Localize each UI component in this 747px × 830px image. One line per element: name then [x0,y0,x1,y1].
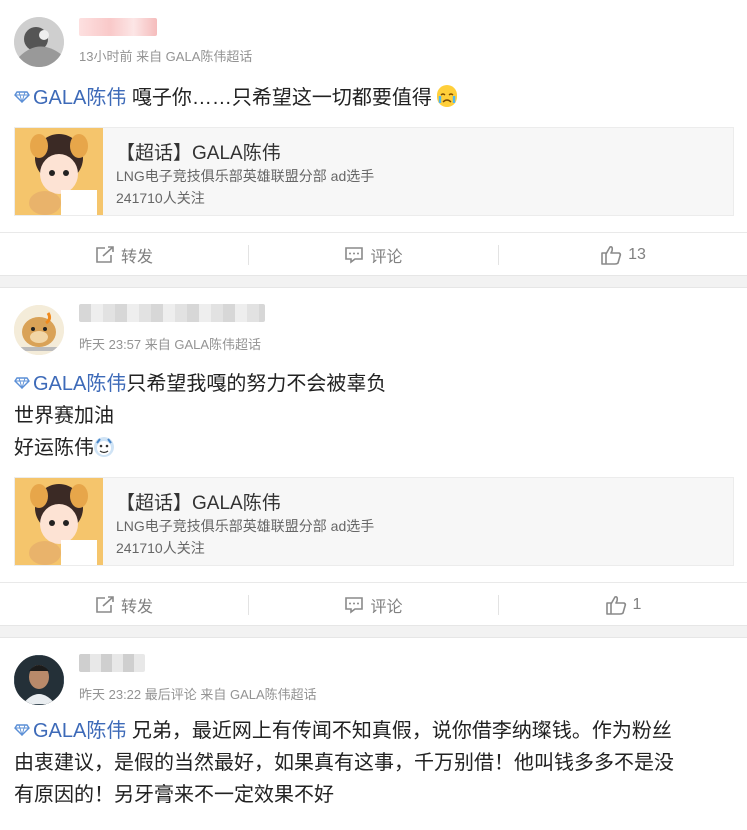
thumbs-up-icon [605,596,626,615]
card-title: 【超话】GALA陈伟 [116,493,281,514]
supertopic-card[interactable]: 【超话】GALA陈伟 LNG电子竞技俱乐部英雄联盟分部 ad选手 241710人… [14,127,734,216]
avatar[interactable] [14,305,64,355]
card-followers: 241710人关注 [116,190,205,206]
diamond-icon [14,724,30,736]
crying-emoji-icon [437,85,458,107]
like-button[interactable]: 1 [499,583,747,627]
diamond-icon [14,91,30,103]
comment-button[interactable]: 评论 [249,233,498,277]
post-text: 世界赛加油 [14,405,114,427]
post-meta: 13小时前 来自 GALA陈伟超话 [79,49,253,64]
post-text: 好运陈伟 [14,437,94,459]
supertopic-card[interactable]: 【超话】GALA陈伟 LNG电子竞技俱乐部英雄联盟分部 ad选手 241710人… [14,477,734,566]
card-followers: 241710人关注 [116,540,205,556]
username-blurred[interactable] [79,654,145,672]
post-text: 由衷建议，是假的当然最好，如果真有这事，千万别借！他叫钱多多不是没 [14,752,674,774]
avatar[interactable] [14,655,64,705]
supertopic-link[interactable]: GALA陈伟 [14,720,126,742]
post-meta: 昨天 23:22 最后评论 来自 GALA陈伟超话 [79,687,317,702]
repost-icon [96,246,114,263]
comment-icon [345,597,364,614]
post-2: 昨天 23:57 来自 GALA陈伟超话 GALA陈伟只希望我嘎的努力不会被辜负… [0,288,747,625]
card-description: LNG电子竞技俱乐部英雄联盟分部 ad选手 [116,168,375,184]
repost-icon [96,596,114,613]
card-description: LNG电子竞技俱乐部英雄联盟分部 ad选手 [116,518,375,534]
username-blurred[interactable] [79,18,157,36]
post-text: 有原因的！另牙膏来不一定效果不好 [14,784,334,806]
supertopic-link[interactable]: GALA陈伟 [14,87,126,109]
like-button[interactable]: 13 [499,233,747,277]
post-content: GALA陈伟 嘎子你……只希望这一切都要值得 [14,82,733,114]
post-content: GALA陈伟 兄弟，最近网上有传闻不知真假，说你借李纳璨钱。作为粉丝 由衷建议，… [14,715,733,811]
card-title: 【超话】GALA陈伟 [116,143,281,164]
post-3: 昨天 23:22 最后评论 来自 GALA陈伟超话 GALA陈伟 兄弟，最近网上… [0,638,747,830]
post-content: GALA陈伟只希望我嘎的努力不会被辜负 世界赛加油 好运陈伟 [14,368,733,464]
action-bar: 转发 评论 13 [0,232,747,277]
post-1: 13小时前 来自 GALA陈伟超话 GALA陈伟 嘎子你……只希望这一切都要值得… [0,0,747,275]
post-meta: 昨天 23:57 来自 GALA陈伟超话 [79,337,262,352]
post-text: 兄弟，最近网上有传闻不知真假，说你借李纳璨钱。作为粉丝 [126,720,672,742]
repost-button[interactable]: 转发 [0,233,248,277]
doge-emoji-icon [94,435,114,457]
repost-button[interactable]: 转发 [0,583,248,627]
supertopic-thumbnail [15,128,103,215]
diamond-icon [14,377,30,389]
action-bar: 转发 评论 1 [0,582,747,627]
supertopic-thumbnail [15,478,103,565]
supertopic-link[interactable]: GALA陈伟 [14,373,126,395]
post-text: 只希望我嘎的努力不会被辜负 [126,373,387,395]
comment-button[interactable]: 评论 [249,583,498,627]
thumbs-up-icon [601,246,622,265]
username-blurred[interactable] [79,304,265,322]
avatar[interactable] [14,17,64,67]
post-text: 嘎子你……只希望这一切都要值得 [126,87,432,109]
comment-icon [345,247,364,264]
